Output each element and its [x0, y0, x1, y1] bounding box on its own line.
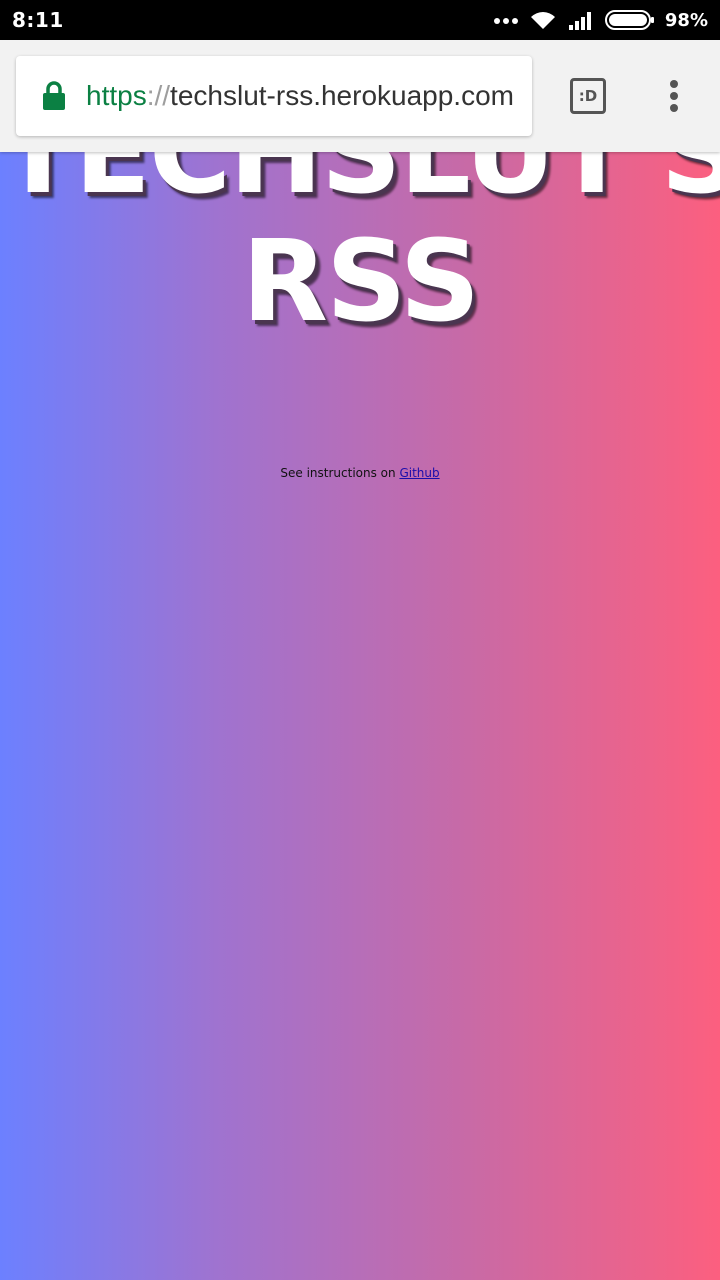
status-icons: 98% — [493, 9, 708, 31]
github-link[interactable]: Github — [399, 466, 439, 480]
instructions-text: See instructions on Github — [0, 466, 720, 480]
vertical-dots-icon — [670, 80, 678, 88]
address-bar[interactable]: https://techslut-rss.herokuapp.com — [16, 56, 532, 136]
url-host: techslut-rss.herokuapp.com — [170, 80, 514, 111]
signal-icon — [568, 12, 591, 30]
instructions-prefix: See instructions on — [280, 466, 400, 480]
title-line-2: RSS — [241, 217, 481, 347]
page-content: TECHSLUT'S RSS See instructions on Githu… — [0, 152, 720, 1280]
tab-switcher-button[interactable]: :D — [570, 78, 606, 114]
lock-icon[interactable] — [42, 81, 66, 111]
title-line-1: TECHSLUT'S — [0, 152, 720, 219]
status-time: 8:11 — [12, 8, 64, 32]
status-bar: 8:11 98% — [0, 0, 720, 40]
battery-percent: 98% — [664, 9, 708, 31]
browser-toolbar: https://techslut-rss.herokuapp.com :D — [0, 40, 720, 152]
menu-dot — [670, 92, 678, 100]
url-text[interactable]: https://techslut-rss.herokuapp.com — [86, 80, 514, 112]
menu-dot — [670, 104, 678, 112]
battery-icon — [604, 10, 654, 30]
url-scheme: https — [86, 80, 147, 111]
more-dots-icon — [493, 18, 518, 24]
url-separator: :// — [146, 80, 171, 111]
wifi-icon — [530, 12, 555, 29]
menu-button[interactable] — [660, 76, 688, 116]
page-title: TECHSLUT'S RSS — [0, 152, 720, 346]
